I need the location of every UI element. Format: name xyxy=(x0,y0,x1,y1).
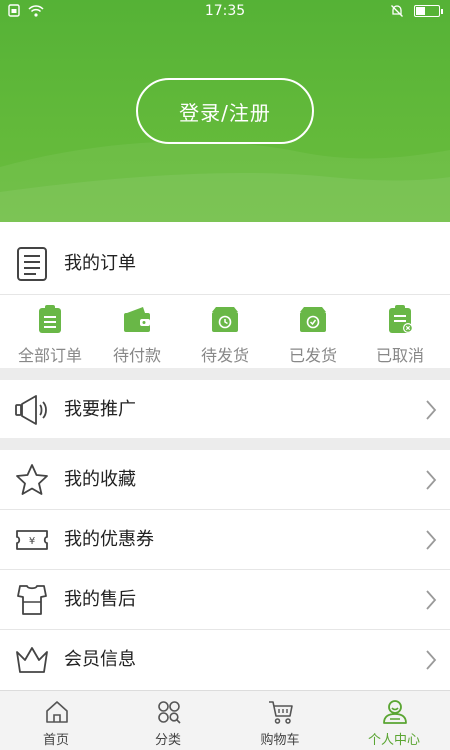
order-tab-all[interactable]: 全部订单 xyxy=(5,294,95,368)
bell-muted-icon xyxy=(391,5,403,17)
tab-profile[interactable]: 个人中心 xyxy=(338,691,450,750)
my-orders-row[interactable]: 我的订单 xyxy=(0,234,450,294)
member-info-row[interactable]: 会员信息 xyxy=(0,630,450,690)
order-tab-label: 待发货 xyxy=(200,346,249,365)
cart-icon xyxy=(269,701,293,724)
tab-home[interactable]: 首页 xyxy=(0,691,112,750)
clipboard-cancel-icon xyxy=(389,305,413,333)
wallet-icon xyxy=(124,307,150,332)
shirt-icon xyxy=(17,585,47,615)
status-bar: 17:35 xyxy=(0,0,450,24)
coupons-row[interactable]: ¥ 我的优惠券 xyxy=(0,510,450,570)
order-tab-label: 已发货 xyxy=(288,346,337,365)
order-tab-label: 已取消 xyxy=(375,346,424,365)
bottom-tab-bar: 首页 分类 购物车 个人中心 xyxy=(0,690,450,750)
box-check-icon xyxy=(300,307,326,332)
tab-label: 个人中心 xyxy=(367,733,420,748)
chevron-right-icon xyxy=(426,650,437,670)
order-tab-cancelled[interactable]: 已取消 xyxy=(355,294,445,368)
favorites-label: 我的收藏 xyxy=(64,469,136,490)
chevron-right-icon xyxy=(426,530,437,550)
promote-row[interactable]: 我要推广 xyxy=(0,380,450,440)
speaker-icon xyxy=(15,395,47,425)
orders-section: 我的订单 全部订单 待付款 待发货 已发货 已取消 xyxy=(0,222,450,368)
svg-text:¥: ¥ xyxy=(29,536,35,547)
chevron-right-icon xyxy=(426,470,437,490)
favorites-row[interactable]: 我的收藏 xyxy=(0,450,450,510)
tab-category[interactable]: 分类 xyxy=(112,691,224,750)
chevron-right-icon xyxy=(426,400,437,420)
profile-header: 17:35 登录/注册 xyxy=(0,0,450,222)
coupons-label: 我的优惠券 xyxy=(64,529,154,550)
coupon-icon: ¥ xyxy=(16,530,48,550)
aftersale-label: 我的售后 xyxy=(64,589,136,610)
aftersale-row[interactable]: 我的售后 xyxy=(0,570,450,630)
crown-icon xyxy=(16,647,48,673)
order-tab-shipped[interactable]: 已发货 xyxy=(268,294,358,368)
box-clock-icon xyxy=(212,307,238,332)
tab-label: 分类 xyxy=(154,733,181,748)
order-tab-pending-payment[interactable]: 待付款 xyxy=(92,294,182,368)
orders-list-icon xyxy=(17,247,47,281)
login-register-button[interactable]: 登录/注册 xyxy=(136,78,314,144)
member-info-label: 会员信息 xyxy=(64,649,136,670)
tab-cart[interactable]: 购物车 xyxy=(224,691,336,750)
star-icon xyxy=(16,464,48,495)
user-icon xyxy=(383,700,407,724)
tab-label: 购物车 xyxy=(260,733,300,748)
my-orders-label: 我的订单 xyxy=(64,253,136,274)
order-tab-label: 待付款 xyxy=(112,346,161,365)
clipboard-icon xyxy=(39,305,61,333)
home-icon xyxy=(46,701,68,723)
promote-label: 我要推广 xyxy=(64,399,136,420)
order-tab-pending-shipment[interactable]: 待发货 xyxy=(180,294,270,368)
menu-list: 我的收藏 ¥ 我的优惠券 我的售后 会员信息 xyxy=(0,450,450,690)
order-tab-label: 全部订单 xyxy=(17,346,82,365)
category-icon xyxy=(158,701,181,724)
order-status-tabs: 全部订单 待付款 待发货 已发货 已取消 xyxy=(0,294,450,368)
status-time: 17:35 xyxy=(204,3,246,19)
promote-section: 我要推广 xyxy=(0,380,450,438)
tab-label: 首页 xyxy=(42,733,69,748)
chevron-right-icon xyxy=(426,590,437,610)
battery-icon xyxy=(414,5,443,17)
